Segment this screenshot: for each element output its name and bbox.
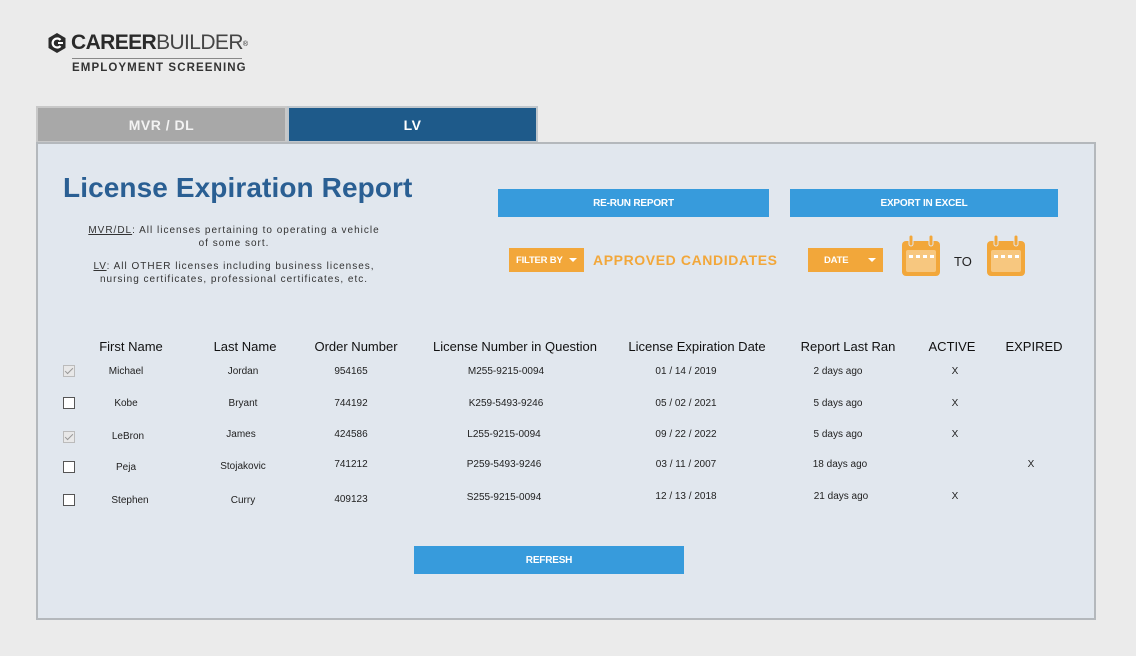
brand-logo: CAREERBUILDER® EMPLOYMENT SCREENING	[46, 30, 256, 80]
cell-expiration-date: 03 / 11 / 2007	[655, 459, 717, 470]
cell-order-number: 424586	[334, 429, 368, 440]
row-checkbox[interactable]	[63, 431, 75, 443]
cell-active: X	[951, 491, 959, 502]
cell-first-name: Stephen	[111, 495, 149, 506]
row-checkbox[interactable]	[63, 461, 75, 473]
col-header-last-name: Last Name	[213, 339, 277, 354]
cell-last-ran: 2 days ago	[813, 366, 863, 377]
cell-order-number: 954165	[334, 366, 368, 377]
brand-name: CAREERBUILDER®	[71, 31, 248, 54]
filter-by-label: FILTER BY	[516, 254, 563, 266]
cell-last-name: Curry	[230, 495, 256, 506]
note-mvr-text: : All licenses pertaining to operating a…	[132, 225, 380, 249]
cell-last-name: Bryant	[228, 398, 258, 409]
cell-license-number: P259-5493-9246	[466, 459, 542, 470]
date-dropdown[interactable]: DATE	[808, 248, 883, 272]
cell-last-ran: 18 days ago	[812, 459, 868, 470]
cell-first-name: LeBron	[111, 431, 145, 442]
page-title: License Expiration Report	[63, 172, 413, 203]
row-checkbox[interactable]	[63, 365, 75, 377]
cell-order-number: 741212	[334, 459, 368, 470]
cell-last-name: James	[226, 429, 256, 440]
cell-first-name: Michael	[108, 366, 144, 377]
cell-last-name: Stojakovic	[220, 461, 266, 472]
refresh-button[interactable]: REFRESH	[414, 546, 684, 574]
cell-active: X	[951, 429, 959, 440]
cell-active: X	[951, 398, 959, 409]
row-checkbox[interactable]	[63, 494, 75, 506]
rerun-report-button[interactable]: RE-RUN REPORT	[498, 189, 769, 217]
calendar-icon[interactable]	[900, 234, 942, 278]
cell-last-ran: 21 days ago	[813, 491, 869, 502]
cell-last-ran: 5 days ago	[813, 398, 863, 409]
cell-license-number: M255-9215-0094	[467, 366, 545, 377]
note-lv: LV: All OTHER licenses including busines…	[82, 260, 386, 286]
cell-license-number: K259-5493-9246	[468, 398, 544, 409]
note-lv-term: LV	[93, 261, 107, 272]
col-header-license-number: License Number in Question	[432, 339, 598, 354]
note-mvr-term: MVR/DL	[88, 225, 133, 236]
brand-divider	[72, 58, 242, 59]
col-header-first-name: First Name	[99, 339, 163, 354]
filter-by-dropdown[interactable]: FILTER BY	[509, 248, 584, 272]
col-header-expired: EXPIRED	[1005, 339, 1063, 354]
cell-first-name: Peja	[115, 462, 137, 473]
cell-license-number: L255-9215-0094	[467, 429, 541, 440]
tab-lv[interactable]: LV	[287, 106, 538, 143]
cell-last-name: Jordan	[227, 366, 259, 377]
col-header-expiration-date: License Expiration Date	[628, 339, 766, 354]
tab-mvr-dl[interactable]: MVR / DL	[36, 106, 287, 143]
cell-expiration-date: 12 / 13 / 2018	[655, 491, 717, 502]
col-header-order-number: Order Number	[314, 339, 398, 354]
cell-expiration-date: 09 / 22 / 2022	[655, 429, 717, 440]
col-header-active: ACTIVE	[928, 339, 976, 354]
chevron-down-icon	[868, 258, 876, 262]
export-excel-button[interactable]: EXPORT IN EXCEL	[790, 189, 1058, 217]
cell-order-number: 409123	[334, 494, 368, 505]
careerbuilder-logo-icon	[48, 33, 66, 53]
cell-license-number: S255-9215-0094	[466, 492, 542, 503]
cell-expiration-date: 01 / 14 / 2019	[655, 366, 717, 377]
date-label: DATE	[824, 254, 849, 266]
cell-expiration-date: 05 / 02 / 2021	[655, 398, 717, 409]
cell-expired: X	[1027, 459, 1035, 470]
to-label: TO	[954, 254, 972, 269]
cell-last-ran: 5 days ago	[813, 429, 863, 440]
cell-first-name: Kobe	[114, 398, 138, 409]
brand-subtitle: EMPLOYMENT SCREENING	[72, 62, 247, 74]
note-lv-text: : All OTHER licenses including business …	[99, 261, 375, 285]
row-checkbox[interactable]	[63, 397, 75, 409]
calendar-icon[interactable]	[985, 234, 1027, 278]
cell-active: X	[951, 366, 959, 377]
chevron-down-icon	[569, 258, 577, 262]
col-header-last-ran: Report Last Ran	[800, 339, 896, 354]
cell-order-number: 744192	[334, 398, 368, 409]
filter-value: APPROVED CANDIDATES	[593, 252, 778, 268]
note-mvr-dl: MVR/DL: All licenses pertaining to opera…	[82, 224, 386, 250]
